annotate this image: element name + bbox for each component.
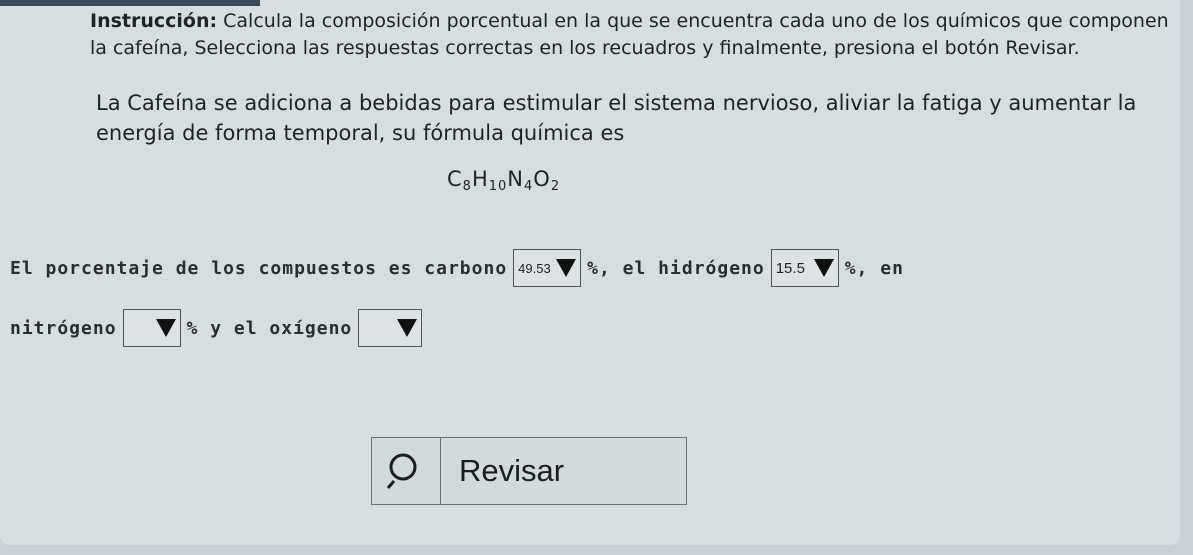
formula-n-sub: 4	[524, 179, 534, 194]
revisar-button-label: Revisar	[459, 453, 565, 488]
dropdown-arrow-icon	[813, 259, 834, 277]
question-part-3: %, en	[844, 257, 904, 279]
formula-o-sub: 2	[550, 179, 561, 194]
formula-c-sub: 8	[462, 179, 472, 194]
hydrogen-select-value: 15.5	[775, 259, 805, 277]
question-row-2: nitrógeno % y el oxígeno	[10, 306, 428, 350]
formula-n: N	[507, 167, 525, 191]
instruction-lead: Instrucción:	[90, 10, 218, 32]
dropdown-arrow-icon	[556, 259, 577, 277]
hydrogen-select[interactable]: 15.5	[770, 249, 839, 287]
formula-c: C	[447, 167, 463, 191]
oxygen-select[interactable]	[358, 309, 423, 347]
nitrogen-select[interactable]	[122, 309, 181, 347]
question-part-5: % y el oxígeno	[186, 317, 353, 339]
dropdown-arrow-icon	[155, 319, 176, 337]
intro-text: La Cafeína se adiciona a bebidas para es…	[96, 91, 1137, 145]
exercise-panel: Instrucción: Calcula la composición porc…	[0, 0, 1180, 545]
instruction-text: Instrucción: Calcula la composición porc…	[90, 8, 1170, 62]
formula-h-sub: 10	[488, 179, 508, 194]
carbon-select[interactable]: 49.53	[513, 249, 582, 287]
question-part-4: nitrógeno	[10, 317, 117, 339]
instruction-body: Calcula la composición porcentual en la …	[90, 10, 1169, 59]
revisar-button[interactable]: Revisar	[371, 437, 687, 505]
question-part-1: El porcentaje de los compuestos es carbo…	[10, 257, 508, 279]
formula-h: H	[471, 167, 489, 191]
formula-o: O	[533, 167, 551, 191]
dropdown-arrow-icon	[397, 319, 418, 337]
carbon-select-value: 49.53	[518, 260, 551, 276]
top-bar	[0, 0, 260, 6]
question-row-1: El porcentaje de los compuestos es carbo…	[10, 248, 904, 288]
chemical-formula: C8H10N4O2	[447, 167, 560, 194]
search-icon	[372, 438, 441, 504]
question-part-2: %, el hidrógeno	[587, 257, 765, 279]
